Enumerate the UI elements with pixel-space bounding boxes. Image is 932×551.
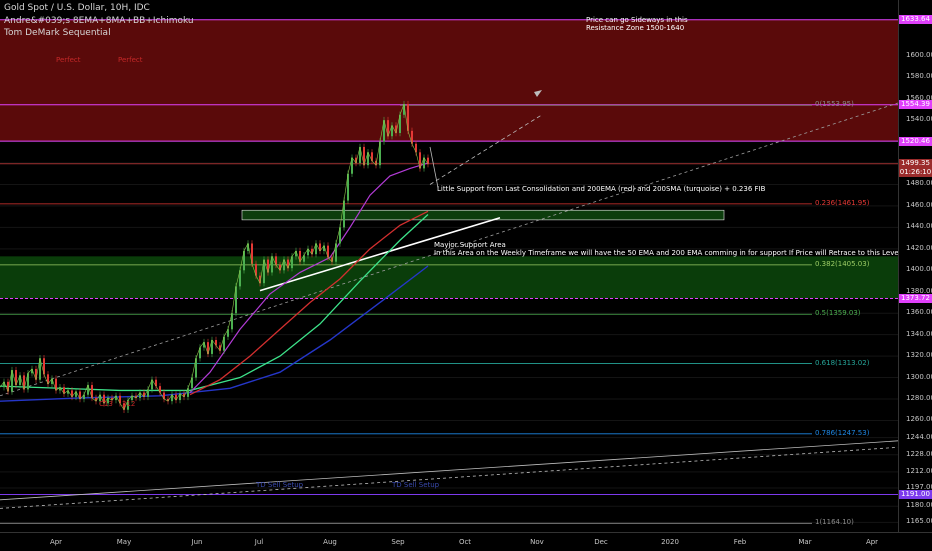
time-tick-7: Nov [530,538,544,546]
price-tick-17: 1480.00 [906,179,932,188]
price-tag-3[interactable]: 1499.35 [899,159,932,169]
symbol-title[interactable]: Gold Spot / U.S. Dollar, 10H, IDC [4,3,150,13]
price-tick-14: 1420.00 [906,243,932,252]
zone-major-support [0,256,898,299]
time-tick-0: Apr [49,538,63,546]
fib-label-4: 0.618(1313.02) [815,358,870,367]
time-tick-3: Jul [254,538,264,546]
price-tick-7: 1280.00 [906,394,932,402]
td-countdown-label-12: 312 [122,400,136,408]
fib-label-1: 0.236(1461.95) [815,198,870,207]
price-tag-6[interactable]: 1191.00 [899,489,932,499]
zone-resistance [0,19,898,142]
time-tick-9: 2020 [661,538,679,546]
price-tick-10: 1340.00 [906,329,932,338]
perfect-label-2: Perfect [118,56,143,64]
time-tick-12: Apr [865,538,879,546]
time-tick-10: Feb [733,538,747,546]
price-tick-9: 1320.00 [906,351,932,360]
chart: Gold Spot / U.S. Dollar, 10H, IDC Andre&… [0,0,932,551]
time-tick-6: Oct [458,538,472,546]
fib-label-0: 0(1553.95) [815,100,854,109]
price-tick-5: 1244.00 [906,432,932,441]
price-tag-0[interactable]: 1633.64 [899,15,932,25]
price-tick-0: 1165.00 [906,517,932,526]
price-tick-15: 1440.00 [906,222,932,231]
time-tick-8: Dec [594,538,608,546]
pullback-arrow [429,146,439,188]
time-tick-5: Sep [391,538,405,546]
td-setup-label-1: TD Sell Setup [256,481,304,489]
long-trendline [0,440,899,501]
perfect-label-1: Perfect [56,56,81,64]
price-tick-13: 1400.00 [906,265,932,274]
price-tick-3: 1212.00 [906,466,932,475]
price-tag-5[interactable]: 1373.72 [899,293,932,303]
fib-label-3: 0.5(1359.03) [815,309,861,318]
price-tick-22: 1580.00 [906,72,932,81]
fib-label-5: 0.786(1247.53) [815,428,870,437]
price-tick-20: 1540.00 [906,115,932,124]
fib-label-2: 0.382(1405.03) [815,259,870,268]
price-tick-11: 1360.00 [906,308,932,317]
series-ema-red [189,210,429,396]
price-tick-4: 1228.00 [906,449,932,458]
time-tick-4: Aug [323,538,337,546]
price-tag-4[interactable]: 01:26:10 [899,168,932,178]
indicator-label-andre[interactable]: Andre&#039;s 8EMA+8MA+BB+Ichimoku [4,16,194,26]
price-tick-1: 1180.00 [906,501,932,510]
td-setup-label-2: TD Sell Setup [392,481,440,489]
price-tick-16: 1460.00 [906,200,932,209]
time-tick-1: May [116,538,132,546]
price-tag-1[interactable]: 1554.39 [899,100,932,110]
resistance-zone-note: Price can go Sideways in this Resistance… [586,16,688,32]
price-tick-6: 1260.00 [906,415,932,424]
price-tick-8: 1300.00 [906,372,932,381]
td-countdown-label-13: C13 [99,400,113,408]
indicator-label-demark[interactable]: Tom DeMark Sequential [4,28,111,38]
long-trendline-dashed [0,446,899,509]
zone-little-support [241,209,725,221]
fib-label-6: 1(1164.10) [815,518,854,527]
little-support-note: Little Support from Last Consolidation a… [437,185,766,193]
price-tag-2[interactable]: 1520.46 [899,136,932,146]
price-chart-plot[interactable] [0,0,932,550]
major-support-title: Mayjor Support Area [434,241,506,249]
major-support-note: In this Area on the Weekly Timeframe we … [434,249,901,257]
series-sma-turquoise [0,214,429,392]
price-tick-23: 1600.00 [906,50,932,59]
time-tick-11: Mar [798,538,812,546]
time-tick-2: Jun [191,538,203,546]
